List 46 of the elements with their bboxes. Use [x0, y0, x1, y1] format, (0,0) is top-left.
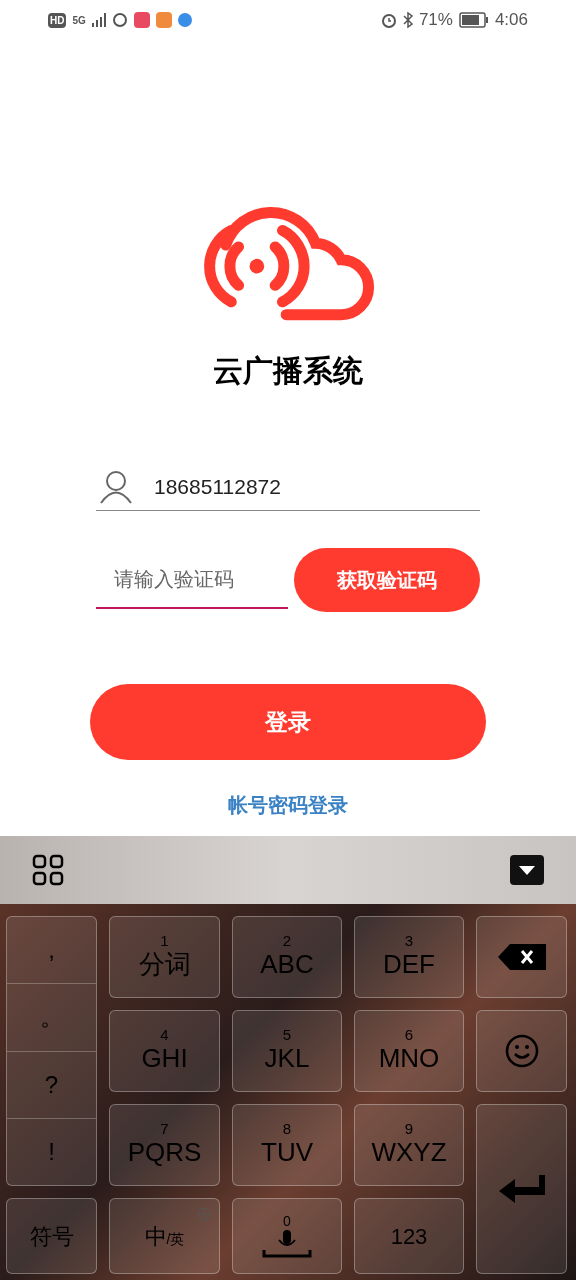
app-notification-icon — [155, 12, 172, 28]
enter-icon — [498, 1175, 545, 1203]
keyboard-key[interactable]: 1 分词 — [109, 916, 220, 998]
app-notification-icon — [133, 12, 150, 28]
emoji-key[interactable] — [476, 1010, 567, 1092]
backspace-icon — [497, 944, 546, 970]
punctuation-key[interactable]: 。 — [7, 983, 96, 1051]
keyboard-key[interactable]: 8 TUV — [232, 1104, 342, 1186]
clock-time: 4:06 — [494, 9, 528, 32]
keyboard-key[interactable]: 4 GHI — [109, 1010, 220, 1092]
user-icon — [100, 469, 132, 504]
password-login-link[interactable]: 帐号密码登录 — [228, 790, 348, 820]
get-code-button[interactable]: 获取验证码 — [294, 548, 480, 612]
grid-menu-icon[interactable] — [32, 854, 64, 886]
enter-key[interactable] — [476, 1104, 567, 1274]
punctuation-key[interactable]: ! — [7, 1117, 96, 1185]
network-label: HD — [48, 12, 67, 28]
keyboard-key[interactable]: 7 PQRS — [109, 1104, 220, 1186]
code-input-field[interactable]: 请输入验证码 — [96, 551, 288, 609]
keyboard-key[interactable]: 2 ABC — [232, 916, 342, 998]
smiley-icon — [504, 1034, 539, 1068]
network-label: 5G — [72, 13, 86, 28]
language-label: 中/英 — [144, 1222, 185, 1251]
microphone-icon — [262, 1228, 312, 1258]
keyboard-key[interactable]: 符号 — [6, 1198, 97, 1274]
punctuation-key[interactable]: ? — [7, 1050, 96, 1118]
keyboard-key[interactable]: 123 — [354, 1198, 464, 1274]
app-title: 云广播系统 — [213, 353, 363, 389]
punctuation-key[interactable]: , — [7, 917, 96, 984]
phone-input-field[interactable]: 18685112872 — [154, 470, 454, 503]
app-notification-icon — [177, 13, 192, 27]
login-button[interactable]: 登录 — [90, 684, 486, 760]
hide-keyboard-icon[interactable] — [510, 855, 544, 885]
space-voice-key[interactable]: 0 — [232, 1198, 342, 1274]
alarm-icon — [380, 12, 397, 28]
battery-icon — [458, 12, 489, 28]
keyboard-key[interactable]: 9 WXYZ — [354, 1104, 464, 1186]
bluetooth-icon — [402, 12, 413, 28]
keyboard-key[interactable]: 5 JKL — [232, 1010, 342, 1092]
app-notification-icon — [111, 12, 128, 28]
battery-percent: 71% — [418, 9, 453, 32]
keyboard-key[interactable]: 6 MNO — [354, 1010, 464, 1092]
backspace-key[interactable] — [476, 916, 567, 998]
language-key[interactable]: 中/英 — [109, 1198, 220, 1274]
signal-icon — [91, 13, 106, 27]
keyboard-key[interactable]: 3 DEF — [354, 916, 464, 998]
